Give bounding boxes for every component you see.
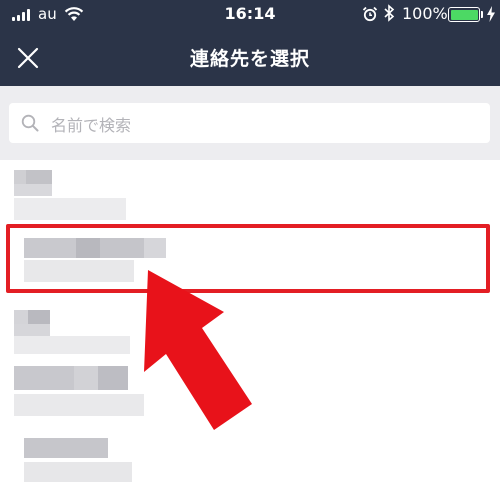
contact-name-blurred	[14, 366, 74, 390]
contact-status-blurred	[24, 260, 134, 282]
header: au 16:14 100% 連絡先を選択	[0, 0, 500, 86]
contact-item[interactable]	[0, 430, 500, 494]
contact-item[interactable]	[0, 300, 500, 358]
contact-item[interactable]	[0, 160, 500, 224]
contact-name-blurred	[24, 238, 76, 258]
contact-item-selected[interactable]	[0, 224, 500, 294]
contact-status-blurred	[14, 394, 144, 416]
status-bar: au 16:14 100%	[0, 0, 500, 30]
contact-name-blurred	[14, 170, 26, 184]
contact-name-blurred	[144, 238, 166, 258]
contact-name-blurred	[76, 238, 100, 258]
search-placeholder: 名前で検索	[51, 116, 132, 135]
search-icon	[21, 114, 39, 132]
contact-name-blurred	[98, 366, 128, 390]
bluetooth-icon	[384, 4, 395, 22]
contact-name-blurred	[100, 238, 144, 258]
contact-list	[0, 160, 500, 494]
contact-item[interactable]	[0, 358, 500, 424]
battery-percent: 100%	[402, 4, 448, 23]
contact-status-blurred	[14, 198, 126, 220]
contact-name-blurred	[14, 324, 50, 336]
search-area: 名前で検索	[0, 86, 500, 160]
alarm-icon	[362, 6, 378, 22]
battery-tip	[481, 11, 483, 18]
search-input[interactable]: 名前で検索	[9, 103, 490, 143]
contact-name-blurred	[14, 184, 52, 196]
battery-icon	[448, 7, 480, 22]
contact-status-blurred	[14, 336, 130, 354]
contact-name-blurred	[28, 310, 50, 324]
contact-name-blurred	[14, 310, 28, 324]
contact-name-blurred	[74, 366, 98, 390]
contact-name-blurred	[24, 438, 108, 458]
contact-name-blurred	[26, 170, 52, 184]
battery-level	[450, 9, 478, 20]
nav-bar: 連絡先を選択	[0, 30, 500, 86]
contact-status-blurred	[24, 462, 132, 482]
charging-icon	[487, 6, 495, 22]
page-title: 連絡先を選択	[189, 48, 310, 70]
